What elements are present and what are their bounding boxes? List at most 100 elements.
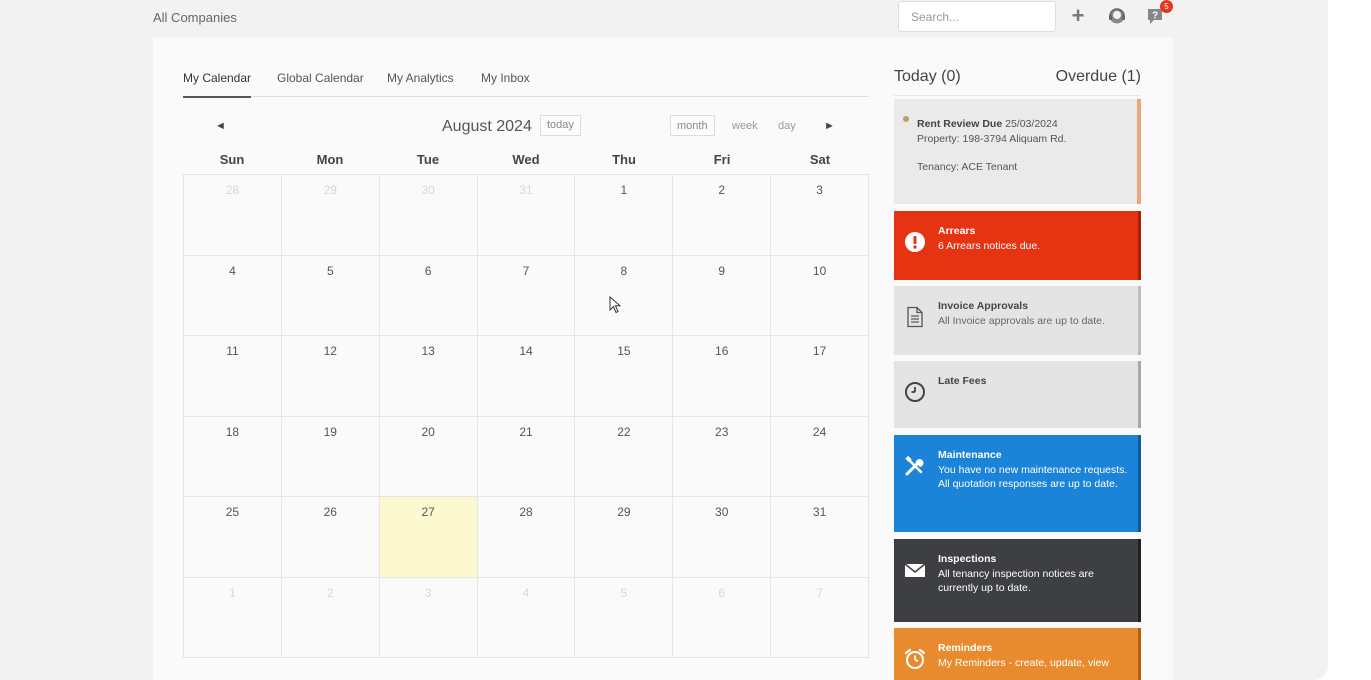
week-view-button[interactable]: week bbox=[725, 115, 765, 136]
weekday-label: Sun bbox=[219, 152, 245, 167]
weekday-label: Thu bbox=[612, 152, 636, 167]
reminders-card[interactable]: Reminders My Reminders - create, update,… bbox=[894, 628, 1141, 680]
day-cell[interactable]: 4 bbox=[184, 255, 282, 336]
day-cell[interactable]: 11 bbox=[184, 336, 282, 417]
day-cell[interactable]: 30 bbox=[673, 497, 772, 578]
document-icon bbox=[907, 306, 923, 328]
day-cell[interactable]: 15 bbox=[575, 336, 674, 417]
arrears-title: Arrears bbox=[938, 225, 976, 237]
inspections-card[interactable]: Inspections All tenancy inspection notic… bbox=[894, 539, 1141, 622]
day-cell[interactable]: 2 bbox=[673, 175, 772, 256]
day-cell[interactable]: 10 bbox=[771, 255, 870, 336]
weekday-label: Fri bbox=[713, 152, 731, 167]
tab-global-calendar[interactable]: Global Calendar bbox=[277, 71, 364, 85]
invoice-approvals-card[interactable]: Invoice Approvals All Invoice approvals … bbox=[894, 286, 1141, 355]
reminders-title: Reminders bbox=[938, 642, 993, 654]
late-fees-title: Late Fees bbox=[938, 375, 987, 387]
weekday-label: Wed bbox=[512, 152, 540, 167]
tab-my-inbox[interactable]: My Inbox bbox=[481, 71, 530, 85]
day-cell[interactable]: 5 bbox=[575, 577, 674, 658]
month-view-button[interactable]: month bbox=[670, 115, 715, 136]
day-cell[interactable]: 12 bbox=[281, 336, 380, 417]
prev-month-button[interactable]: ◄ bbox=[215, 120, 226, 132]
day-cell[interactable]: 22 bbox=[575, 416, 674, 497]
alert-icon bbox=[905, 232, 925, 252]
week-row: 28 29 30 31 1 2 3 bbox=[184, 175, 870, 256]
inspections-line: All tenancy inspection notices are curre… bbox=[938, 567, 1094, 595]
week-row: 1 2 3 4 5 6 7 bbox=[184, 577, 870, 658]
late-fees-text: Late Fees bbox=[938, 374, 1128, 389]
month-calendar: Sun Mon Tue Wed Thu Fri Sat 28 29 30 31 … bbox=[183, 152, 870, 658]
maintenance-card[interactable]: Maintenance You have no new maintenance … bbox=[894, 435, 1141, 532]
week-row: 18 19 20 21 22 23 24 bbox=[184, 416, 870, 497]
maintenance-line: You have no new maintenance requests. bbox=[938, 463, 1128, 476]
day-cell[interactable]: 17 bbox=[771, 336, 870, 417]
next-month-button[interactable]: ► bbox=[824, 120, 835, 132]
tab-my-analytics[interactable]: My Analytics bbox=[387, 71, 454, 85]
day-cell[interactable]: 31 bbox=[771, 497, 870, 578]
weekday-label: Mon bbox=[316, 152, 344, 167]
day-cell[interactable]: 6 bbox=[379, 255, 478, 336]
day-cell[interactable]: 3 bbox=[771, 175, 870, 256]
day-cell[interactable]: 25 bbox=[184, 497, 282, 578]
rent-review-property: Property: 198-3794 Aliquam Rd. bbox=[917, 132, 1067, 145]
day-cell[interactable]: 3 bbox=[379, 577, 478, 658]
day-cell[interactable]: 31 bbox=[477, 175, 576, 256]
late-fees-card[interactable]: Late Fees bbox=[894, 361, 1141, 428]
rent-review-card[interactable]: Rent Review Due 25/03/2024 Property: 198… bbox=[894, 99, 1141, 204]
invoice-line: All Invoice approvals are up to date. bbox=[938, 314, 1105, 327]
mouse-pointer-icon bbox=[609, 296, 621, 314]
day-cell[interactable]: 7 bbox=[771, 577, 870, 658]
day-view-button[interactable]: day bbox=[771, 115, 803, 136]
today-count[interactable]: Today (0) bbox=[894, 68, 961, 86]
status-dot bbox=[903, 116, 909, 122]
company-selector[interactable]: All Companies bbox=[153, 10, 237, 25]
day-cell[interactable]: 29 bbox=[281, 175, 380, 256]
day-cell[interactable]: 9 bbox=[673, 255, 772, 336]
day-cell[interactable]: 28 bbox=[477, 497, 576, 578]
day-cell[interactable]: 13 bbox=[379, 336, 478, 417]
day-cell[interactable]: 18 bbox=[184, 416, 282, 497]
day-cell[interactable]: 16 bbox=[673, 336, 772, 417]
day-cell[interactable]: 4 bbox=[477, 577, 576, 658]
calendar-tabs: My Calendar Global Calendar My Analytics… bbox=[183, 61, 869, 98]
day-cell[interactable]: 21 bbox=[477, 416, 576, 497]
day-cell[interactable]: 30 bbox=[379, 175, 478, 256]
day-cell[interactable]: 29 bbox=[575, 497, 674, 578]
day-cell[interactable]: 28 bbox=[184, 175, 282, 256]
search-input[interactable] bbox=[898, 1, 1056, 32]
day-cell[interactable]: 26 bbox=[281, 497, 380, 578]
main-panel: My Calendar Global Calendar My Analytics… bbox=[153, 37, 1173, 680]
day-cell[interactable]: 23 bbox=[673, 416, 772, 497]
day-cell[interactable]: 6 bbox=[673, 577, 772, 658]
day-cell[interactable]: 14 bbox=[477, 336, 576, 417]
arrears-card[interactable]: Arrears 6 Arrears notices due. bbox=[894, 211, 1141, 280]
day-cell[interactable]: 20 bbox=[379, 416, 478, 497]
week-row: 4 5 6 7 8 9 10 bbox=[184, 255, 870, 336]
day-cell[interactable]: 5 bbox=[281, 255, 380, 336]
tools-icon bbox=[905, 455, 924, 476]
app-window: All Companies + ? 5 My Calendar Global C… bbox=[0, 0, 1328, 680]
day-cell[interactable]: 19 bbox=[281, 416, 380, 497]
maintenance-title: Maintenance bbox=[938, 449, 1002, 461]
day-cell[interactable]: 1 bbox=[184, 577, 282, 658]
today-button[interactable]: today bbox=[540, 115, 581, 136]
day-cell[interactable]: 24 bbox=[771, 416, 870, 497]
tab-my-calendar[interactable]: My Calendar bbox=[183, 71, 252, 98]
rent-review-text: Rent Review Due 25/03/2024 Property: 198… bbox=[917, 117, 1127, 175]
notification-badge: 5 bbox=[1160, 0, 1173, 13]
today-cell[interactable]: 27 bbox=[379, 497, 478, 578]
day-cell[interactable]: 1 bbox=[575, 175, 674, 256]
support-headset-icon[interactable] bbox=[1105, 4, 1129, 28]
day-cell[interactable]: 8 bbox=[575, 255, 674, 336]
week-row: 11 12 13 14 15 16 17 bbox=[184, 336, 870, 417]
inspections-title: Inspections bbox=[938, 553, 997, 565]
overdue-count[interactable]: Overdue (1) bbox=[1056, 68, 1141, 86]
day-cell[interactable]: 7 bbox=[477, 255, 576, 336]
plus-icon[interactable]: + bbox=[1066, 4, 1090, 28]
day-cell[interactable]: 2 bbox=[281, 577, 380, 658]
reminders-text: Reminders My Reminders - create, update,… bbox=[938, 641, 1128, 670]
envelope-icon bbox=[904, 563, 926, 577]
calendar-grid: 28 29 30 31 1 2 3 4 5 6 7 8 9 10 11 12 1… bbox=[183, 174, 870, 658]
weekday-label: Sat bbox=[809, 152, 831, 167]
